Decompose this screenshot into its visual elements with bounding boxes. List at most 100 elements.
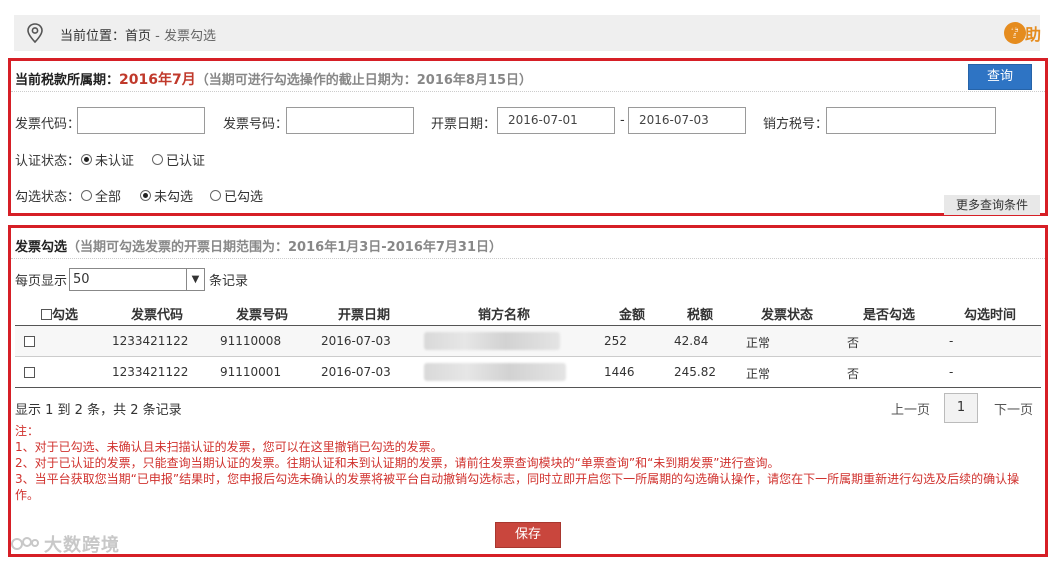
column-header-select: 勾选 <box>41 304 78 323</box>
note-item: 1、对于已勾选、未确认且未扫描认证的发票，您可以在这里撤销已勾选的发票。 <box>15 440 443 454</box>
radio-label: 未认证 <box>95 154 135 169</box>
cell-code: 1233421122 <box>112 334 189 348</box>
table-row[interactable]: 1233421122 91110008 2016-07-03 252 42.84… <box>15 326 1041 357</box>
cell-time: - <box>949 334 954 348</box>
breadcrumb-home-link[interactable]: 首页 <box>125 29 151 44</box>
seller-tax-label: 销方税号： <box>763 117 829 132</box>
cell-selected: 否 <box>847 336 860 350</box>
cell-status: 正常 <box>746 367 771 381</box>
cell-seller-redacted <box>424 332 560 350</box>
help-link[interactable]: ? 帮助 <box>1004 21 1041 45</box>
breadcrumb-current: 发票勾选 <box>164 29 217 44</box>
radio-checked-icon <box>140 190 151 201</box>
per-page-suffix: 条记录 <box>209 274 249 289</box>
cell-number: 91110001 <box>220 365 282 379</box>
select-radio-all[interactable]: 全部 <box>81 186 121 205</box>
row-checkbox[interactable] <box>24 367 35 378</box>
column-header-code[interactable]: 发票代码 <box>131 304 183 323</box>
column-header-amount[interactable]: 金额 <box>619 304 645 323</box>
radio-unchecked-icon <box>210 190 221 201</box>
radio-label: 已认证 <box>166 154 206 169</box>
prev-page-button[interactable]: 上一页 <box>891 399 930 418</box>
tax-period-label: 当前税款所属期： <box>15 73 120 88</box>
seller-tax-input[interactable] <box>826 107 996 134</box>
note-item: 3、当平台获取您当期“已申报”结果时，您申报后勾选未确认的发票将被平台自动撤销勾… <box>15 472 1020 502</box>
tax-period-title: 当前税款所属期：2016年7月（当期可进行勾选操作的截止日期为：2016年8月1… <box>15 69 532 89</box>
breadcrumb-prefix: 当前位置： <box>60 29 126 44</box>
invoice-panel: 发票勾选（当期可勾选发票的开票日期范围为：2016年1月3日-2016年7月31… <box>8 225 1048 557</box>
auth-radio-verified[interactable]: 已认证 <box>152 150 205 169</box>
cell-tax: 245.82 <box>674 365 716 379</box>
column-header-number[interactable]: 发票号码 <box>236 304 288 323</box>
notes-title: 注： <box>15 424 40 438</box>
record-count: 显示 1 到 2 条，共 2 条记录 <box>15 403 182 418</box>
radio-label: 已勾选 <box>224 190 264 205</box>
query-button[interactable]: 查询 <box>968 64 1032 90</box>
notes: 注： 1、对于已勾选、未确认且未扫描认证的发票，您可以在这里撤销已勾选的发票。 … <box>15 423 1040 503</box>
invoice-code-label: 发票代码： <box>15 117 81 132</box>
column-header-time[interactable]: 勾选时间 <box>964 304 1016 323</box>
cell-amount: 252 <box>604 334 627 348</box>
select-status-label: 勾选状态： <box>15 190 81 205</box>
pagination: 上一页 1 下一页 <box>891 393 1033 423</box>
query-panel: 当前税款所属期：2016年7月（当期可进行勾选操作的截止日期为：2016年8月1… <box>8 58 1048 216</box>
more-conditions-button[interactable]: 更多查询条件 <box>944 195 1040 215</box>
select-all-checkbox[interactable] <box>41 309 52 320</box>
radio-label: 未勾选 <box>154 190 194 205</box>
cell-status: 正常 <box>746 336 771 350</box>
column-header-label: 勾选 <box>52 308 79 323</box>
column-header-selected[interactable]: 是否勾选 <box>863 304 915 323</box>
select-radio-unselected[interactable]: 未勾选 <box>140 186 193 205</box>
page-size-select[interactable]: 50 ▼ <box>69 268 206 291</box>
cell-seller-redacted <box>424 363 566 381</box>
note-item: 2、对于已认证的发票，只能查询当期认证的发票。往期认证和未到认证期的发票，请前往… <box>15 456 780 470</box>
tax-period-value: 2016年7月 <box>119 72 196 88</box>
date-separator: - <box>620 113 625 128</box>
cell-date: 2016-07-03 <box>321 334 391 348</box>
save-button[interactable]: 保存 <box>495 522 561 548</box>
radio-label: 全部 <box>95 190 122 205</box>
breadcrumb-separator: - <box>151 29 164 44</box>
date-label: 开票日期： <box>431 117 497 132</box>
invoice-section-note: （当期可勾选发票的开票日期范围为：2016年1月3日-2016年7月31日） <box>67 240 503 255</box>
tax-period-note: （当期可进行勾选操作的截止日期为：2016年8月15日） <box>195 73 533 88</box>
watermark-text: 大数跨境 <box>44 535 120 556</box>
invoice-number-input[interactable] <box>286 107 414 134</box>
table-row[interactable]: 1233421122 91110001 2016-07-03 1446 245.… <box>15 357 1041 388</box>
divider <box>11 91 1045 92</box>
breadcrumb: 当前位置：首页 - 发票勾选 <box>60 25 216 44</box>
select-radio-selected[interactable]: 已勾选 <box>210 186 263 205</box>
watermark-logo-icon <box>11 537 39 550</box>
cell-selected: 否 <box>847 367 860 381</box>
column-header-date[interactable]: 开票日期 <box>338 304 390 323</box>
cell-number: 91110008 <box>220 334 282 348</box>
cell-tax: 42.84 <box>674 334 709 348</box>
page-number-button[interactable]: 1 <box>943 393 978 423</box>
radio-unchecked-icon <box>152 154 163 165</box>
cell-code: 1233421122 <box>112 365 189 379</box>
column-header-tax[interactable]: 税额 <box>687 304 713 323</box>
breadcrumb-bar: 当前位置：首页 - 发票勾选 ? 帮助 <box>14 15 1041 51</box>
radio-checked-icon <box>81 154 92 165</box>
column-header-status[interactable]: 发票状态 <box>761 304 813 323</box>
next-page-button[interactable]: 下一页 <box>994 399 1033 418</box>
radio-unchecked-icon <box>81 190 92 201</box>
invoice-section-title: 发票勾选（当期可勾选发票的开票日期范围为：2016年1月3日-2016年7月31… <box>15 236 502 255</box>
auth-status-label: 认证状态： <box>15 154 81 169</box>
watermark: 大数跨境 <box>10 531 120 557</box>
invoice-section-label: 发票勾选 <box>15 240 68 255</box>
auth-radio-unverified[interactable]: 未认证 <box>81 150 134 169</box>
location-pin-icon <box>27 23 43 44</box>
column-header-seller[interactable]: 销方名称 <box>478 304 530 323</box>
date-to-input[interactable]: 2016-07-03 <box>628 107 746 134</box>
page-size-control: 每页显示 50 ▼ 条记录 <box>15 268 248 291</box>
invoice-number-label: 发票号码： <box>223 117 289 132</box>
cell-time: - <box>949 365 954 379</box>
row-checkbox[interactable] <box>24 336 35 347</box>
date-from-input[interactable]: 2016-07-01 <box>497 107 615 134</box>
per-page-prefix: 每页显示 <box>15 274 68 289</box>
cell-date: 2016-07-03 <box>321 365 391 379</box>
help-label: 帮助 <box>1009 25 1042 44</box>
invoice-code-input[interactable] <box>77 107 205 134</box>
divider <box>11 258 1045 259</box>
